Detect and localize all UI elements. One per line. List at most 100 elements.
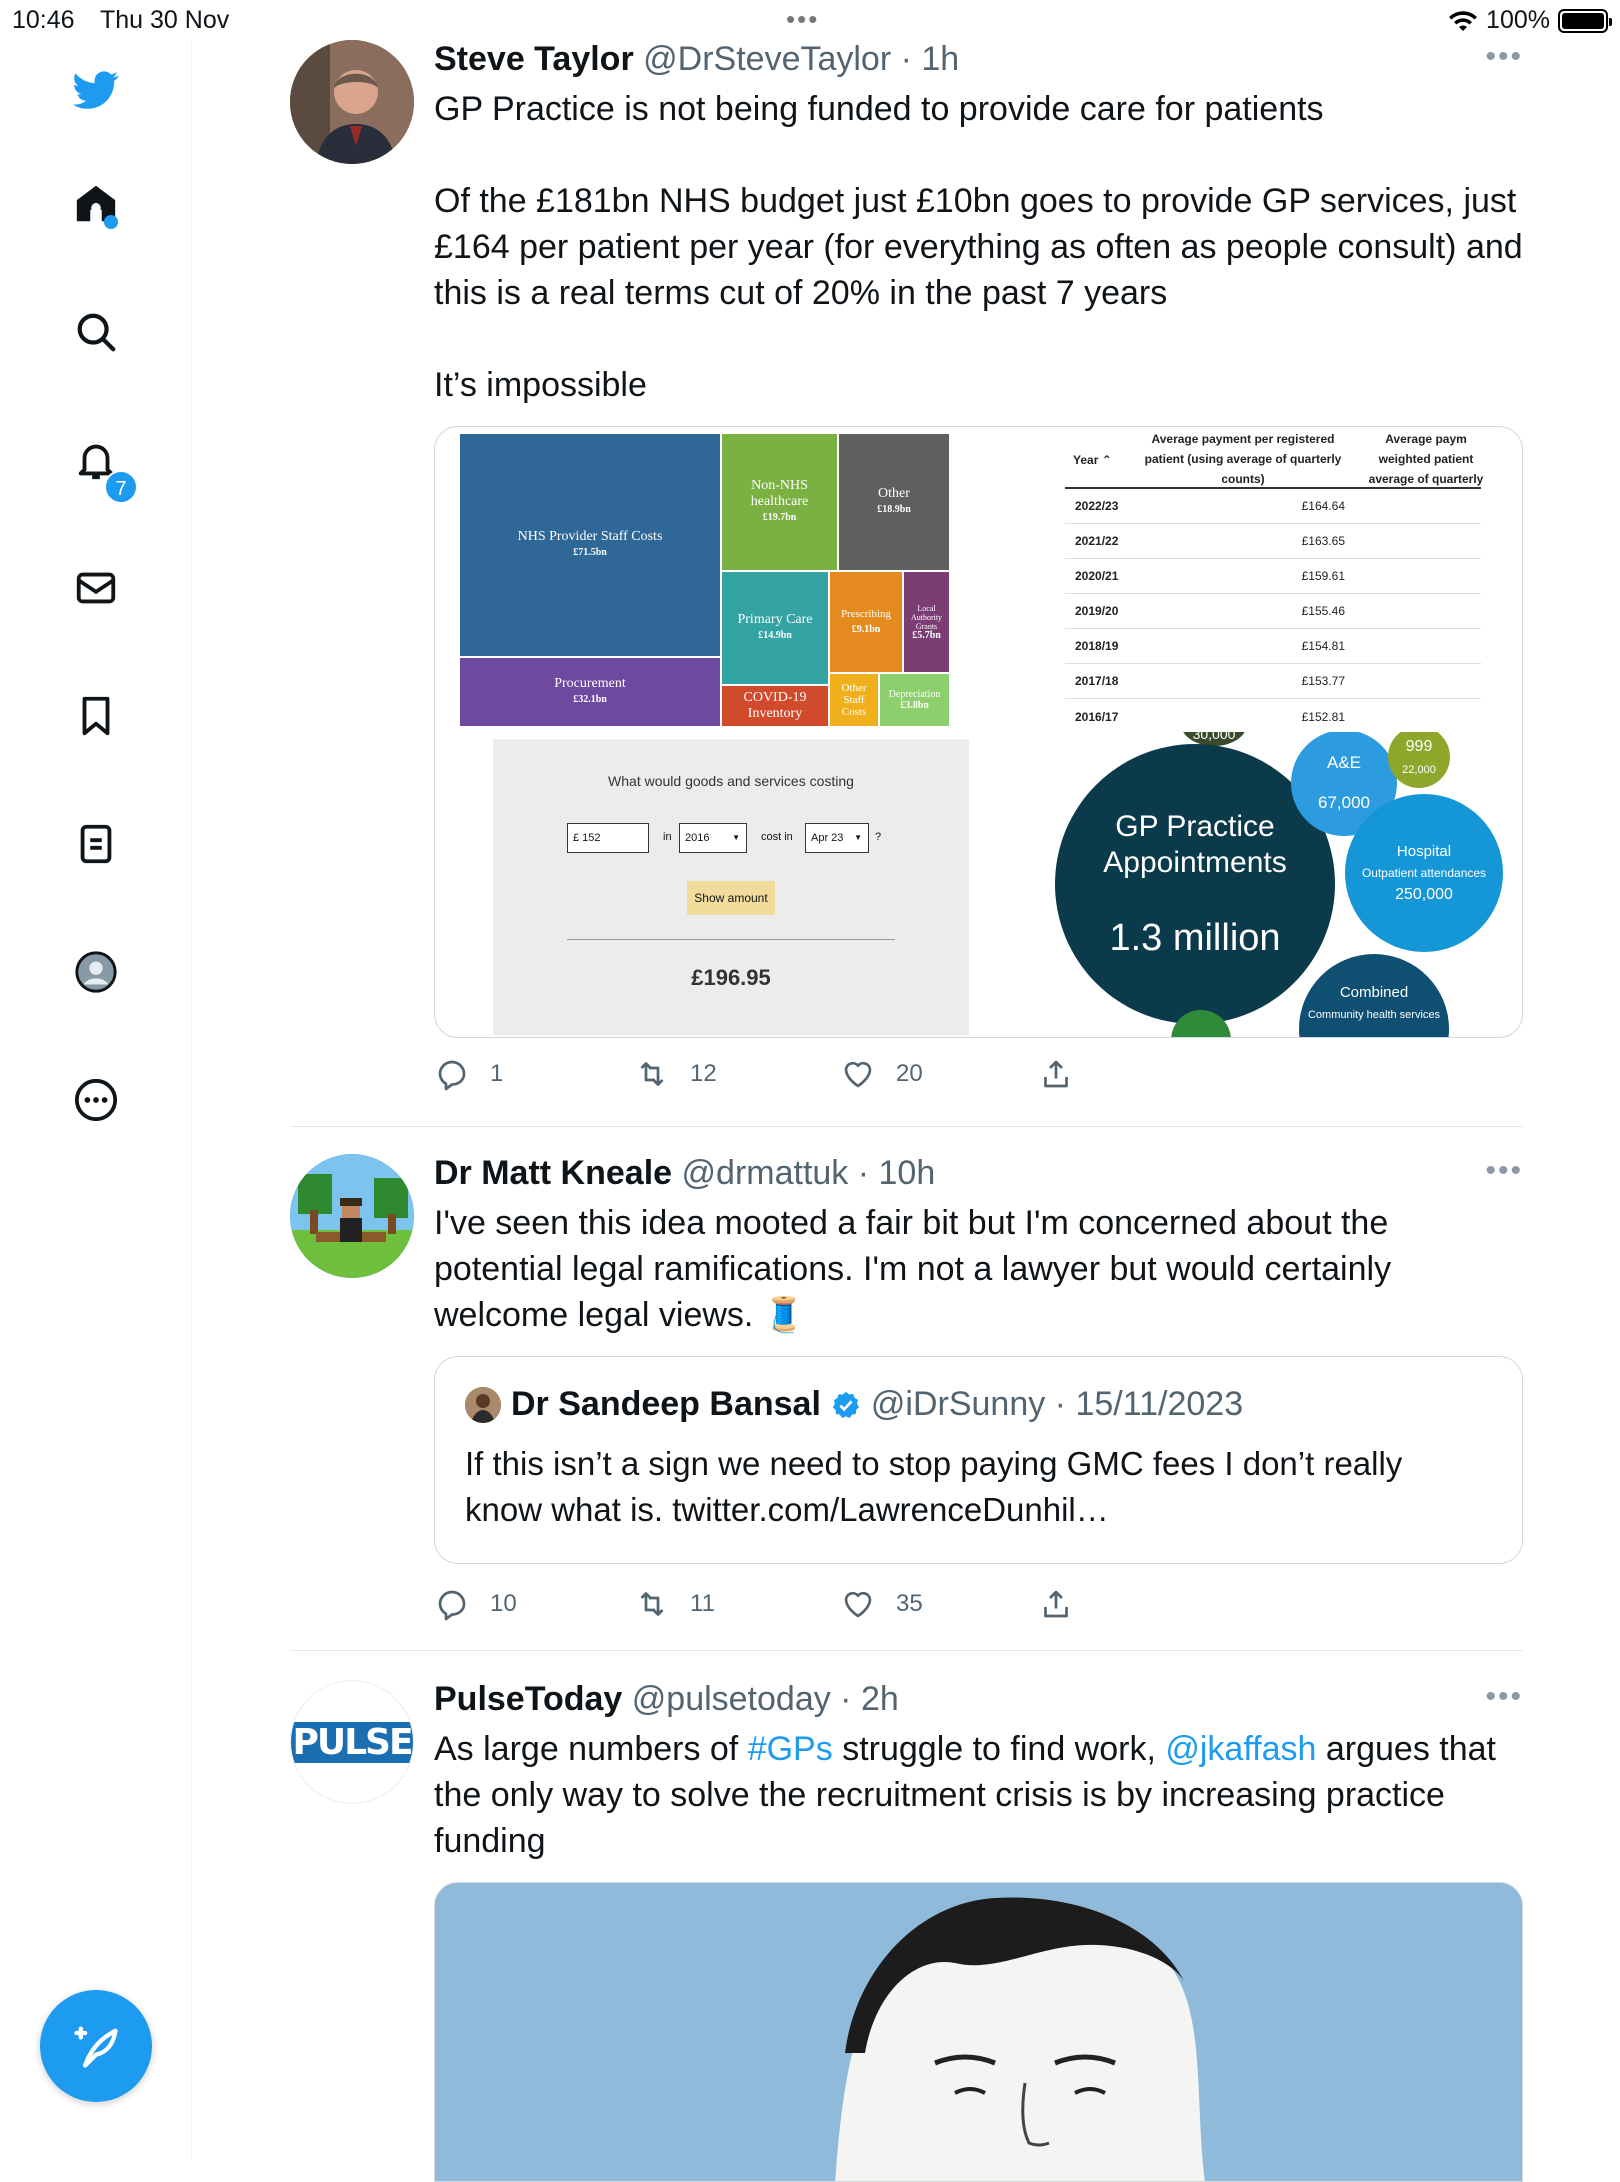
treemap-cell: Depreciation £3.8bn — [879, 673, 950, 727]
tweet-more-icon[interactable]: ••• — [1485, 1154, 1523, 1188]
tweet-divider — [290, 1126, 1523, 1127]
table-col-payment: Average payment per registered patient (… — [1144, 432, 1342, 486]
treemap-cell: Non-NHS healthcare £19.7bn — [721, 433, 838, 571]
tweet-header: Dr Matt Kneale @drmattuk · 10h — [434, 1154, 935, 1193]
tweet-steve-taylor[interactable]: Steve Taylor @DrSteveTaylor · 1h ••• GP … — [290, 40, 1523, 1100]
author-handle-time[interactable]: @DrSteveTaylor · 1h — [643, 40, 959, 78]
sidebar: 7 — [0, 42, 192, 2160]
treemap-cell: COVID-19 Inventory — [721, 685, 829, 727]
quoted-tweet-header: Dr Sandeep Bansal @iDrSunny · 15/11/2023 — [465, 1385, 1243, 1424]
treemap-cell: Local Authority Grants £5.7bn — [903, 571, 950, 673]
appointments-bubble-chart: 30,000 GP Practice Appointments 1.3 mill… — [1029, 732, 1522, 1037]
reply-count: 10 — [490, 1590, 517, 1617]
share-button[interactable] — [1038, 1586, 1074, 1622]
bookmarks-icon[interactable] — [68, 688, 124, 744]
reply-count: 1 — [490, 1060, 504, 1087]
multitasking-dots-icon[interactable]: ••• — [786, 4, 819, 35]
author-name[interactable]: Dr Matt Kneale — [434, 1154, 672, 1192]
messages-envelope-icon[interactable] — [68, 560, 124, 616]
retweet-icon — [640, 1592, 664, 1616]
quoted-tweet[interactable]: Dr Sandeep Bansal @iDrSunny · 15/11/2023… — [434, 1356, 1523, 1564]
battery-indicator: 100% — [1448, 6, 1612, 35]
like-count: 20 — [896, 1060, 923, 1087]
pulse-logo: PULSE — [291, 1721, 413, 1763]
calculator-month-select: Apr 23 ▼ — [805, 823, 869, 853]
retweet-icon — [640, 1062, 664, 1086]
tweet-paragraph: GP Practice is not being funded to provi… — [434, 90, 1324, 128]
status-time: 10:46 — [12, 6, 75, 34]
retweet-button[interactable]: 12 — [634, 1056, 717, 1092]
tweet-media-collage[interactable]: NHS Provider Staff Costs £71.5bn Non-NHS … — [434, 426, 1523, 1038]
compose-tweet-button[interactable] — [40, 1990, 152, 2102]
author-name[interactable]: Steve Taylor — [434, 40, 634, 78]
author-name[interactable]: PulseToday — [434, 1680, 622, 1718]
tweet-actions: 1 12 20 — [434, 1056, 1114, 1096]
quoted-author-name[interactable]: Dr Sandeep Bansal — [511, 1385, 821, 1424]
table-col-weighted: Average paym weighted patient average of… — [1368, 432, 1484, 486]
table-row: 2017/18 £153.77 — [1065, 664, 1481, 699]
twitter-logo-icon[interactable] — [68, 62, 124, 118]
hashtag-link[interactable]: #GPs — [748, 1730, 833, 1768]
table-row: 2021/22 £163.65 — [1065, 524, 1481, 559]
reply-icon — [438, 1060, 466, 1091]
table-row: 2020/21 £159.61 — [1065, 559, 1481, 594]
share-button[interactable] — [1038, 1056, 1074, 1092]
retweet-count: 11 — [690, 1590, 715, 1617]
tweet-actions: 10 11 35 — [434, 1586, 1114, 1626]
tweet-more-icon[interactable]: ••• — [1485, 1680, 1523, 1714]
calculator-title: What would goods and services costing — [608, 773, 854, 789]
verified-badge-icon — [832, 1391, 860, 1418]
bubble-combined: Combined Community health services — [1299, 954, 1449, 1037]
avatar[interactable] — [290, 40, 414, 164]
lists-icon[interactable] — [68, 816, 124, 872]
avatar[interactable] — [290, 1154, 414, 1278]
table-row: 2022/23 £164.64 — [1065, 489, 1481, 524]
table-col-year: Year ⌃ — [1073, 453, 1112, 467]
table-row: 2016/17 £152.81 — [1075, 709, 1345, 724]
tweet-pulsetoday[interactable]: PULSE PulseToday @pulsetoday · 2h ••• As… — [290, 1680, 1523, 2182]
quoted-avatar[interactable] — [465, 1386, 501, 1423]
author-handle-time[interactable]: @drmattuk · 10h — [682, 1154, 936, 1192]
table-header: Year ⌃ Average payment per registered pa… — [1031, 432, 1519, 493]
tweet-text: GP Practice is not being funded to provi… — [434, 86, 1524, 408]
profile-icon[interactable] — [68, 944, 124, 1000]
tweet-media-illustration[interactable] — [434, 1882, 1523, 2182]
heart-icon — [844, 1061, 872, 1088]
nhs-budget-treemap: NHS Provider Staff Costs £71.5bn Non-NHS … — [459, 433, 980, 727]
treemap-cell: Primary Care £14.9bn — [721, 571, 829, 685]
retweet-button[interactable]: 11 — [634, 1586, 715, 1622]
mention-link[interactable]: @jkaffash — [1165, 1730, 1316, 1768]
treemap-cell: NHS Provider Staff Costs £71.5bn — [459, 433, 721, 657]
tweet-header: Steve Taylor @DrSteveTaylor · 1h — [434, 40, 959, 79]
calculator-amount-field: £ 152 — [567, 823, 649, 853]
inflation-calculator-image: What would goods and services costing £ … — [493, 739, 969, 1035]
calculator-year-select: 2016 ▼ — [679, 823, 747, 853]
avatar[interactable]: PULSE — [290, 1680, 414, 1804]
like-button[interactable]: 20 — [840, 1056, 923, 1092]
tweet-more-icon[interactable]: ••• — [1485, 40, 1523, 74]
more-options-icon[interactable] — [68, 1072, 124, 1128]
status-bar: 10:46 Thu 30 Nov ••• 100% — [0, 0, 1620, 42]
notifications-count-badge: 7 — [104, 470, 138, 504]
calculator-divider — [567, 939, 895, 940]
retweet-count: 12 — [690, 1060, 717, 1087]
battery-percent: 100% — [1486, 6, 1550, 34]
reply-button[interactable]: 10 — [434, 1586, 517, 1622]
calculator-show-button: Show amount — [687, 881, 775, 915]
like-button[interactable]: 35 — [840, 1586, 923, 1622]
treemap-cell: Other Staff Costs — [829, 673, 879, 727]
reply-button[interactable]: 1 — [434, 1056, 503, 1092]
tweet-text: I've seen this idea mooted a fair bit bu… — [434, 1204, 1392, 1334]
calculator-question: ? — [875, 831, 882, 843]
table-row: 2019/20 £155.46 — [1065, 594, 1481, 629]
author-handle-time[interactable]: @pulsetoday · 2h — [632, 1680, 899, 1718]
table-body: 2022/23 £164.64 2021/22 £163.65 2020/21 £15… — [1065, 489, 1481, 732]
search-icon[interactable] — [68, 304, 124, 360]
quoted-handle-time[interactable]: @iDrSunny · 15/11/2023 — [871, 1385, 1243, 1424]
share-icon — [1044, 1590, 1068, 1618]
tweet-matt-kneale[interactable]: Dr Matt Kneale @drmattuk · 10h ••• I've … — [290, 1154, 1523, 1634]
wifi-icon — [1449, 10, 1478, 31]
battery-icon — [1558, 8, 1612, 33]
home-unread-dot — [104, 215, 118, 229]
compose-feather-icon — [74, 2026, 118, 2068]
